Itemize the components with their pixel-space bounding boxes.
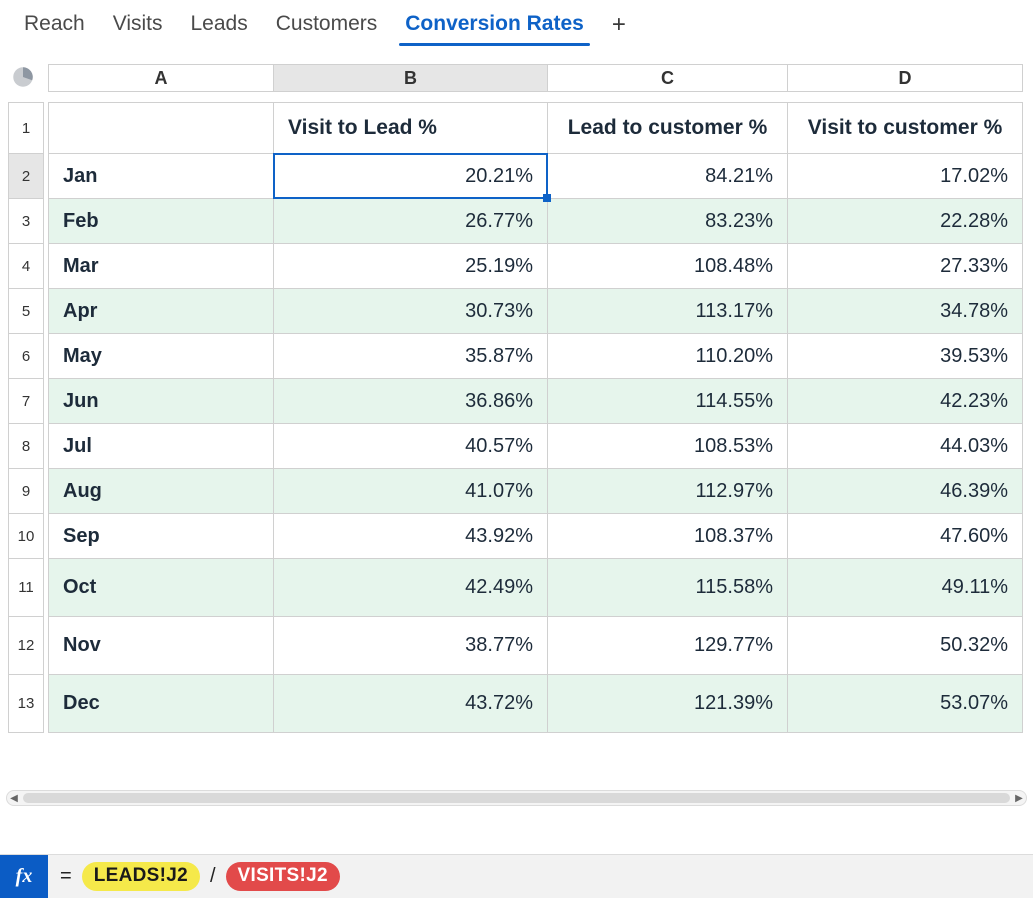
cell-a5[interactable]: Apr <box>48 289 273 334</box>
horizontal-scrollbar[interactable]: ◀ ▶ <box>6 790 1027 806</box>
sheet-tab-strip: Reach Visits Leads Customers Conversion … <box>0 0 1033 50</box>
row-header-7[interactable]: 7 <box>8 379 44 424</box>
row-headers: 12345678910111213 <box>8 102 44 733</box>
cell-c2[interactable]: 84.21% <box>547 154 787 199</box>
formula-ref-2: VISITS!J2 <box>226 862 340 891</box>
cell-d11[interactable]: 49.11% <box>787 559 1023 617</box>
cell-d13[interactable]: 53.07% <box>787 675 1023 733</box>
cell-a10[interactable]: Sep <box>48 514 273 559</box>
cell-b5[interactable]: 30.73% <box>273 289 547 334</box>
cell-b12[interactable]: 38.77% <box>273 617 547 675</box>
cell-a4[interactable]: Mar <box>48 244 273 289</box>
tab-conversion-rates[interactable]: Conversion Rates <box>391 2 598 48</box>
fx-icon: fx <box>16 865 33 888</box>
cell-b2[interactable]: 20.21% <box>273 154 547 199</box>
cell-d3[interactable]: 22.28% <box>787 199 1023 244</box>
cell-c12[interactable]: 129.77% <box>547 617 787 675</box>
row-header-5[interactable]: 5 <box>8 289 44 334</box>
cell-b10[interactable]: 43.92% <box>273 514 547 559</box>
row-header-13[interactable]: 13 <box>8 675 44 733</box>
cell-d6[interactable]: 39.53% <box>787 334 1023 379</box>
cell-c10[interactable]: 108.37% <box>547 514 787 559</box>
tab-customers[interactable]: Customers <box>262 2 392 48</box>
row-header-3[interactable]: 3 <box>8 199 44 244</box>
cell-a3[interactable]: Feb <box>48 199 273 244</box>
cell-a1[interactable] <box>48 102 273 154</box>
scroll-thumb[interactable] <box>23 793 1010 803</box>
col-header-d[interactable]: D <box>787 64 1023 92</box>
cell-a2[interactable]: Jan <box>48 154 273 199</box>
row-header-6[interactable]: 6 <box>8 334 44 379</box>
cell-b3[interactable]: 26.77% <box>273 199 547 244</box>
add-sheet-button[interactable]: + <box>598 5 640 45</box>
cell-c7[interactable]: 114.55% <box>547 379 787 424</box>
col-header-b[interactable]: B <box>273 64 547 92</box>
cell-c4[interactable]: 108.48% <box>547 244 787 289</box>
cell-b11[interactable]: 42.49% <box>273 559 547 617</box>
formula-bar: fx = LEADS!J2 / VISITS!J2 <box>0 854 1033 898</box>
cell-c5[interactable]: 113.17% <box>547 289 787 334</box>
formula-equals: = <box>60 865 76 888</box>
cell-c9[interactable]: 112.97% <box>547 469 787 514</box>
cell-c3[interactable]: 83.23% <box>547 199 787 244</box>
cell-d12[interactable]: 50.32% <box>787 617 1023 675</box>
cell-d1[interactable]: Visit to customer % <box>787 102 1023 154</box>
cell-c6[interactable]: 110.20% <box>547 334 787 379</box>
tab-visits[interactable]: Visits <box>99 2 177 48</box>
select-all-corner[interactable] <box>8 64 38 90</box>
col-header-a[interactable]: A <box>48 64 273 92</box>
column-headers: A B C D <box>48 64 1023 92</box>
row-header-4[interactable]: 4 <box>8 244 44 289</box>
cell-c8[interactable]: 108.53% <box>547 424 787 469</box>
row-header-10[interactable]: 10 <box>8 514 44 559</box>
formula-input[interactable]: = LEADS!J2 / VISITS!J2 <box>48 855 1033 898</box>
cell-d5[interactable]: 34.78% <box>787 289 1023 334</box>
cell-a12[interactable]: Nov <box>48 617 273 675</box>
row-header-1[interactable]: 1 <box>8 102 44 154</box>
cell-b8[interactable]: 40.57% <box>273 424 547 469</box>
cells-grid: Visit to Lead %Lead to customer %Visit t… <box>48 102 1023 733</box>
cell-d2[interactable]: 17.02% <box>787 154 1023 199</box>
spreadsheet-area: A B C D 12345678910111213 Visit to Lead … <box>0 50 1033 854</box>
col-header-c[interactable]: C <box>547 64 787 92</box>
tab-leads[interactable]: Leads <box>177 2 262 48</box>
row-header-8[interactable]: 8 <box>8 424 44 469</box>
cell-a6[interactable]: May <box>48 334 273 379</box>
row-header-12[interactable]: 12 <box>8 617 44 675</box>
tab-reach[interactable]: Reach <box>10 2 99 48</box>
row-header-2[interactable]: 2 <box>8 154 44 199</box>
formula-divide: / <box>206 865 220 888</box>
cell-a13[interactable]: Dec <box>48 675 273 733</box>
cell-b13[interactable]: 43.72% <box>273 675 547 733</box>
cell-d7[interactable]: 42.23% <box>787 379 1023 424</box>
cell-b4[interactable]: 25.19% <box>273 244 547 289</box>
pie-icon <box>10 64 36 90</box>
cell-c13[interactable]: 121.39% <box>547 675 787 733</box>
formula-ref-1: LEADS!J2 <box>82 862 200 891</box>
cell-b9[interactable]: 41.07% <box>273 469 547 514</box>
row-header-11[interactable]: 11 <box>8 559 44 617</box>
cell-b7[interactable]: 36.86% <box>273 379 547 424</box>
cell-d4[interactable]: 27.33% <box>787 244 1023 289</box>
cell-a11[interactable]: Oct <box>48 559 273 617</box>
cell-a9[interactable]: Aug <box>48 469 273 514</box>
fx-button[interactable]: fx <box>0 855 48 898</box>
scroll-right-icon[interactable]: ▶ <box>1012 793 1026 804</box>
cell-b1[interactable]: Visit to Lead % <box>273 102 547 154</box>
cell-a8[interactable]: Jul <box>48 424 273 469</box>
cell-d10[interactable]: 47.60% <box>787 514 1023 559</box>
cell-d8[interactable]: 44.03% <box>787 424 1023 469</box>
scroll-left-icon[interactable]: ◀ <box>7 793 21 804</box>
cell-a7[interactable]: Jun <box>48 379 273 424</box>
cell-d9[interactable]: 46.39% <box>787 469 1023 514</box>
cell-c1[interactable]: Lead to customer % <box>547 102 787 154</box>
cell-c11[interactable]: 115.58% <box>547 559 787 617</box>
row-header-9[interactable]: 9 <box>8 469 44 514</box>
cell-b6[interactable]: 35.87% <box>273 334 547 379</box>
